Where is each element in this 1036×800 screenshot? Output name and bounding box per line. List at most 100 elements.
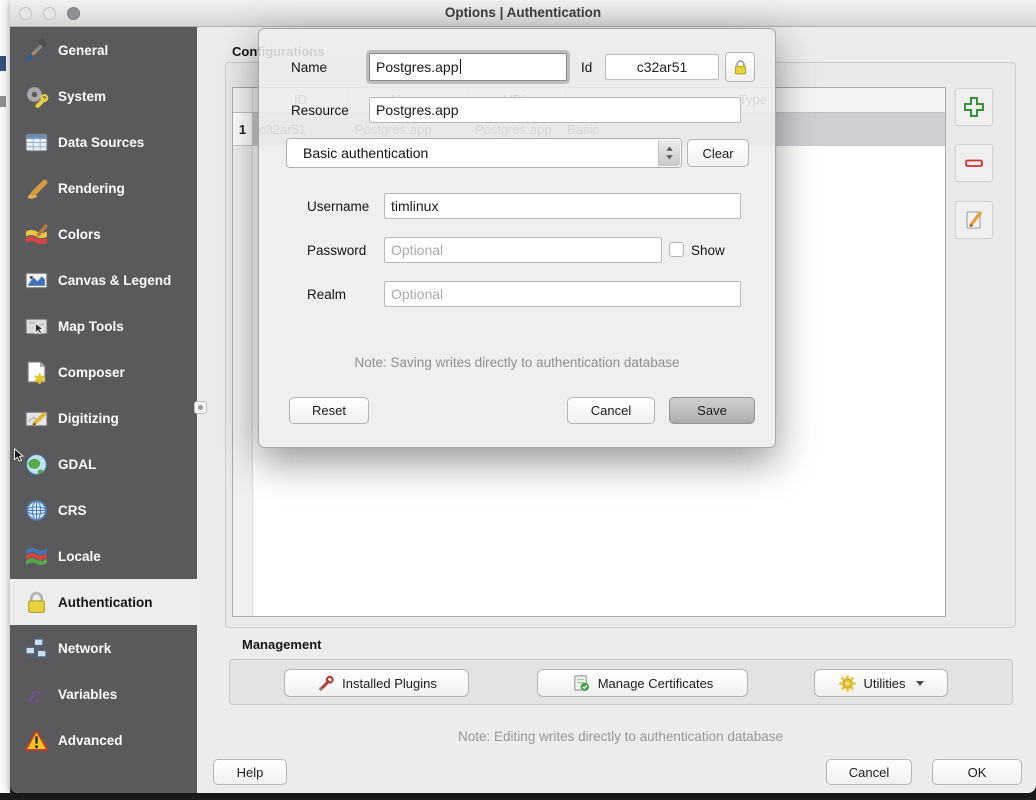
background-window-strip: [0, 0, 10, 793]
sidebar-item-rendering[interactable]: Rendering: [10, 165, 197, 211]
editing-note: Note: Editing writes directly to authent…: [225, 729, 1016, 744]
sidebar-item-system[interactable]: System: [10, 73, 197, 119]
utilities-button[interactable]: Utilities: [814, 669, 948, 697]
sidebar-item-variables[interactable]: ε Variables: [10, 671, 197, 717]
certificate-check-icon: [572, 674, 591, 693]
sidebar-item-label: Network: [58, 641, 111, 656]
sidebar-item-map-tools[interactable]: Map Tools: [10, 303, 197, 349]
table-icon: [23, 129, 49, 155]
sidebar-item-canvas-legend[interactable]: Canvas & Legend: [10, 257, 197, 303]
help-button[interactable]: Help: [213, 759, 287, 785]
manage-certificates-label: Manage Certificates: [598, 676, 714, 691]
management-panel: Installed Plugins Manage Certificates Ut…: [229, 659, 1013, 705]
sidebar-item-label: Authentication: [58, 595, 153, 610]
table-corner-cell: [233, 88, 253, 112]
edit-configuration-button[interactable]: [955, 201, 993, 239]
sidebar-item-locale[interactable]: Locale: [10, 533, 197, 579]
lock-icon: [23, 589, 49, 615]
sidebar-item-label: System: [58, 89, 106, 104]
title-bar: Options | Authentication: [10, 0, 1036, 27]
flags-icon: [23, 543, 49, 569]
reset-label: Reset: [312, 403, 346, 418]
map-canvas-icon: [23, 267, 49, 293]
sidebar-item-colors[interactable]: Colors: [10, 211, 197, 257]
sidebar-item-data-sources[interactable]: Data Sources: [10, 119, 197, 165]
auth-method-select[interactable]: Basic authentication: [286, 138, 682, 168]
sidebar-splitter-handle[interactable]: [194, 401, 207, 414]
management-label: Management: [242, 637, 321, 652]
installed-plugins-label: Installed Plugins: [342, 676, 437, 691]
sidebar-item-network[interactable]: Network: [10, 625, 197, 671]
show-password-checkbox[interactable]: [669, 242, 684, 257]
cancel-label: Cancel: [849, 765, 889, 780]
sidebar: General System Data Sources Rendering Co…: [10, 27, 197, 793]
wrench-icon: [316, 674, 335, 693]
sidebar-item-label: General: [58, 43, 108, 58]
cancel-button[interactable]: Cancel: [826, 759, 912, 785]
sidebar-item-crs[interactable]: CRS: [10, 487, 197, 533]
realm-label: Realm: [307, 287, 346, 302]
modal-cancel-label: Cancel: [591, 403, 631, 418]
sidebar-item-label: Colors: [58, 227, 101, 242]
globe-grid-icon: [23, 497, 49, 523]
installed-plugins-button[interactable]: Installed Plugins: [284, 669, 469, 697]
password-input[interactable]: [384, 237, 662, 263]
page-asterisk-icon: [23, 359, 49, 385]
sidebar-item-label: Map Tools: [58, 319, 124, 334]
sidebar-item-label: Locale: [58, 549, 101, 564]
sidebar-item-advanced[interactable]: Advanced: [10, 717, 197, 763]
manage-certificates-button[interactable]: Manage Certificates: [537, 669, 748, 697]
globe-icon: [23, 451, 49, 477]
sidebar-item-label: Composer: [58, 365, 125, 380]
plus-icon: [962, 95, 986, 119]
warning-triangle-icon: [23, 727, 49, 753]
text-caret: [460, 59, 462, 74]
name-value: Postgres.app: [376, 59, 459, 75]
remove-configuration-button[interactable]: [955, 144, 993, 182]
lock-icon: [732, 59, 749, 76]
name-input[interactable]: Postgres.app: [369, 53, 567, 81]
sidebar-item-label: CRS: [58, 503, 87, 518]
auth-method-value: Basic authentication: [303, 145, 428, 161]
sidebar-item-gdal[interactable]: GDAL: [10, 441, 197, 487]
edit-authentication-dialog: Name Postgres.app Id c32ar51 Resource Ba…: [258, 28, 776, 448]
resource-input[interactable]: [369, 97, 741, 123]
save-button[interactable]: Save: [669, 397, 755, 424]
modal-cancel-button[interactable]: Cancel: [567, 397, 655, 424]
sidebar-item-label: Canvas & Legend: [58, 273, 171, 288]
screen: Options | Authentication General System …: [0, 0, 1036, 800]
tools-icon: [23, 37, 49, 63]
background-icon-fragment: [0, 56, 6, 71]
clear-button[interactable]: Clear: [687, 139, 749, 167]
username-input[interactable]: [384, 193, 741, 219]
add-configuration-button[interactable]: [955, 88, 993, 126]
window-title: Options | Authentication: [10, 5, 1036, 20]
password-label: Password: [307, 243, 366, 258]
sidebar-item-label: Advanced: [58, 733, 123, 748]
utilities-label: Utilities: [864, 676, 906, 691]
clear-label: Clear: [702, 146, 733, 161]
username-label: Username: [307, 199, 369, 214]
reset-button[interactable]: Reset: [289, 397, 369, 424]
sidebar-item-composer[interactable]: Composer: [10, 349, 197, 395]
caret-down-icon: [916, 681, 924, 686]
gear-icon: [838, 674, 857, 693]
ok-button[interactable]: OK: [932, 759, 1022, 785]
resource-label: Resource: [291, 103, 349, 118]
name-label: Name: [291, 60, 327, 75]
row-number-column: [233, 146, 253, 616]
pencil-icon: [962, 208, 986, 232]
realm-input[interactable]: [384, 281, 741, 307]
sidebar-item-general[interactable]: General: [10, 27, 197, 73]
row-number-cell: 1: [233, 113, 253, 146]
sidebar-item-authentication[interactable]: Authentication: [10, 579, 197, 625]
lock-id-button[interactable]: [725, 52, 755, 82]
sidebar-item-label: Rendering: [58, 181, 125, 196]
id-label: Id: [581, 60, 592, 75]
help-label: Help: [237, 765, 264, 780]
sidebar-item-digitizing[interactable]: Digitizing: [10, 395, 197, 441]
sidebar-item-label: Data Sources: [58, 135, 144, 150]
map-cursor-icon: [23, 313, 49, 339]
map-pencil-icon: [23, 405, 49, 431]
color-swatches-icon: [23, 221, 49, 247]
